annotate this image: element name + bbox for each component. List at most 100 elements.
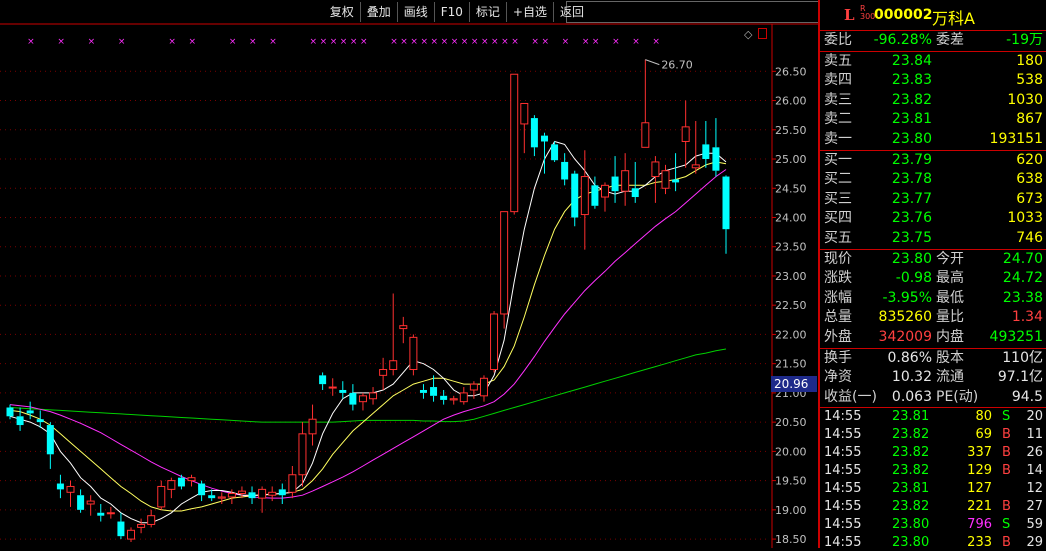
- tick-row[interactable]: 14:55 23.82 221 B 27: [820, 498, 1046, 516]
- tick-time: 14:55: [824, 427, 862, 443]
- signal-marker: ×: [431, 37, 439, 47]
- y-tick-label: 24.50: [775, 182, 807, 195]
- fund-row: 收益(一) 0.063 PE(动) 94.5: [820, 388, 1046, 408]
- tick-volume: 80: [975, 409, 992, 425]
- price-stats: 现价 23.80 今开 24.70 涨跌 -0.98 最高 24.72 涨幅 -3.95% 最低 23…: [820, 250, 1046, 349]
- signal-marker: ×: [511, 37, 519, 47]
- ask-row[interactable]: 卖二 23.81 867: [820, 110, 1046, 130]
- tick-volume: 129: [967, 462, 992, 478]
- candle-body: [651, 161, 660, 178]
- signal-marker: ×: [57, 37, 65, 47]
- candle: [510, 73, 519, 215]
- candle: [479, 375, 488, 402]
- stat-label: 今开: [936, 250, 964, 267]
- tick-row[interactable]: 14:55 23.80 796 S 59: [820, 516, 1046, 534]
- mark-button[interactable]: 标记: [468, 2, 506, 22]
- tick-time: 14:55: [824, 498, 862, 514]
- candle-body: [46, 425, 54, 455]
- tick-volume: 796: [967, 516, 992, 532]
- candle: [520, 102, 529, 154]
- fund-label: 收益(一): [824, 388, 877, 405]
- signal-marker: ×: [360, 37, 368, 47]
- candle: [298, 422, 307, 487]
- tick-count: 12: [1026, 480, 1043, 496]
- fund-label: 换手: [824, 349, 852, 366]
- fuquan-button[interactable]: 复权: [324, 2, 360, 22]
- fund-value: 10.32: [891, 369, 932, 386]
- bid-row[interactable]: 买二 23.78 638: [820, 170, 1046, 190]
- candle-body: [198, 483, 206, 496]
- candlestick-chart[interactable]: 26.50 26.00 25.50 25.00 24.50 24.00 23.50 23.00…: [0, 0, 818, 548]
- ma10-line: [9, 161, 727, 512]
- fund-row: 净资 10.32 流通 97.1亿: [820, 368, 1046, 388]
- fundamentals: 换手 0.86% 股本 110亿 净资 10.32 流通 97.1亿 收益(一) 0.063 PE(…: [820, 349, 1046, 409]
- f10-button[interactable]: F10: [433, 2, 469, 22]
- signal-marker: ×: [531, 37, 539, 47]
- candle: [490, 311, 499, 373]
- candle: [127, 527, 136, 542]
- fund-value: 94.5: [1011, 388, 1043, 405]
- tick-list[interactable]: 14:55 23.81 80 S 20 14:55 23.82 69 B 11 14:55 23.82…: [820, 408, 1046, 551]
- candle: [349, 384, 357, 411]
- ma60-line: [9, 348, 727, 423]
- tick-direction: B: [1002, 498, 1011, 514]
- candle-body: [449, 398, 458, 401]
- ask-row[interactable]: 卖三 23.82 1030: [820, 91, 1046, 111]
- tick-row[interactable]: 14:55 23.80 233 B 29: [820, 534, 1046, 551]
- candle-body: [217, 496, 226, 499]
- candle-body: [571, 173, 579, 218]
- candle: [580, 150, 589, 250]
- bid-row[interactable]: 买一 23.79 620: [820, 151, 1046, 171]
- signal-marker: ×: [632, 37, 640, 47]
- candle: [66, 480, 75, 507]
- panel-toggle-icon[interactable]: [758, 28, 767, 39]
- candle-body: [177, 477, 185, 487]
- candle-body: [278, 489, 286, 496]
- fund-label: 净资: [824, 369, 852, 386]
- ask-row[interactable]: 卖五 23.84 180: [820, 52, 1046, 72]
- y-tick-label: 26.50: [775, 65, 807, 78]
- kline-chart-area[interactable]: 26.50 26.00 25.50 25.00 24.50 24.00 23.50 23.00…: [0, 0, 819, 548]
- signal-marker: ×: [410, 37, 418, 47]
- tick-count: 20: [1026, 409, 1043, 425]
- tick-row[interactable]: 14:55 23.82 69 B 11: [820, 426, 1046, 444]
- tick-row[interactable]: 14:55 23.81 127 12: [820, 480, 1046, 498]
- stat-value: 1.34: [1011, 309, 1043, 326]
- candle: [571, 170, 579, 227]
- y-tick-label: 20.50: [775, 416, 807, 429]
- candle: [77, 489, 85, 513]
- tick-price: 23.82: [892, 498, 930, 514]
- tick-volume: 233: [967, 534, 992, 550]
- y-tick-label: 24.00: [775, 211, 807, 224]
- draw-line-button[interactable]: 画线: [396, 2, 434, 22]
- candle-body: [530, 118, 538, 148]
- tick-row[interactable]: 14:55 23.81 80 S 20: [820, 408, 1046, 426]
- fund-label: 流通: [936, 369, 964, 386]
- tick-row[interactable]: 14:55 23.82 337 B 26: [820, 444, 1046, 462]
- back-button[interactable]: 返回: [552, 2, 590, 22]
- ask-row[interactable]: 卖一 23.80 193151: [820, 130, 1046, 150]
- overlay-button[interactable]: 叠加: [359, 2, 397, 22]
- bid-row[interactable]: 买五 23.75 746: [820, 229, 1046, 249]
- candle: [672, 153, 680, 192]
- candle-body: [127, 529, 136, 540]
- candle: [530, 115, 538, 157]
- fund-label: 股本: [936, 349, 964, 366]
- y-tick-label: 25.50: [775, 124, 807, 137]
- signal-marker: ×: [320, 37, 328, 47]
- add-favorite-button[interactable]: +自选: [505, 2, 553, 22]
- candle: [661, 164, 670, 195]
- candle-body: [26, 410, 34, 414]
- candle: [691, 121, 700, 174]
- tick-count: 59: [1026, 516, 1043, 532]
- candle-body: [712, 147, 720, 171]
- ask-row[interactable]: 卖四 23.83 538: [820, 71, 1046, 91]
- tick-row[interactable]: 14:55 23.82 129 B 14: [820, 462, 1046, 480]
- signal-marker: ×: [481, 37, 489, 47]
- bid-row[interactable]: 买四 23.76 1033: [820, 209, 1046, 229]
- bid-row[interactable]: 买三 23.77 673: [820, 190, 1046, 210]
- signal-marker: ×: [400, 37, 408, 47]
- diamond-icon[interactable]: ◇: [744, 28, 752, 41]
- candle-body: [691, 164, 700, 169]
- signal-marker: ×: [592, 37, 600, 47]
